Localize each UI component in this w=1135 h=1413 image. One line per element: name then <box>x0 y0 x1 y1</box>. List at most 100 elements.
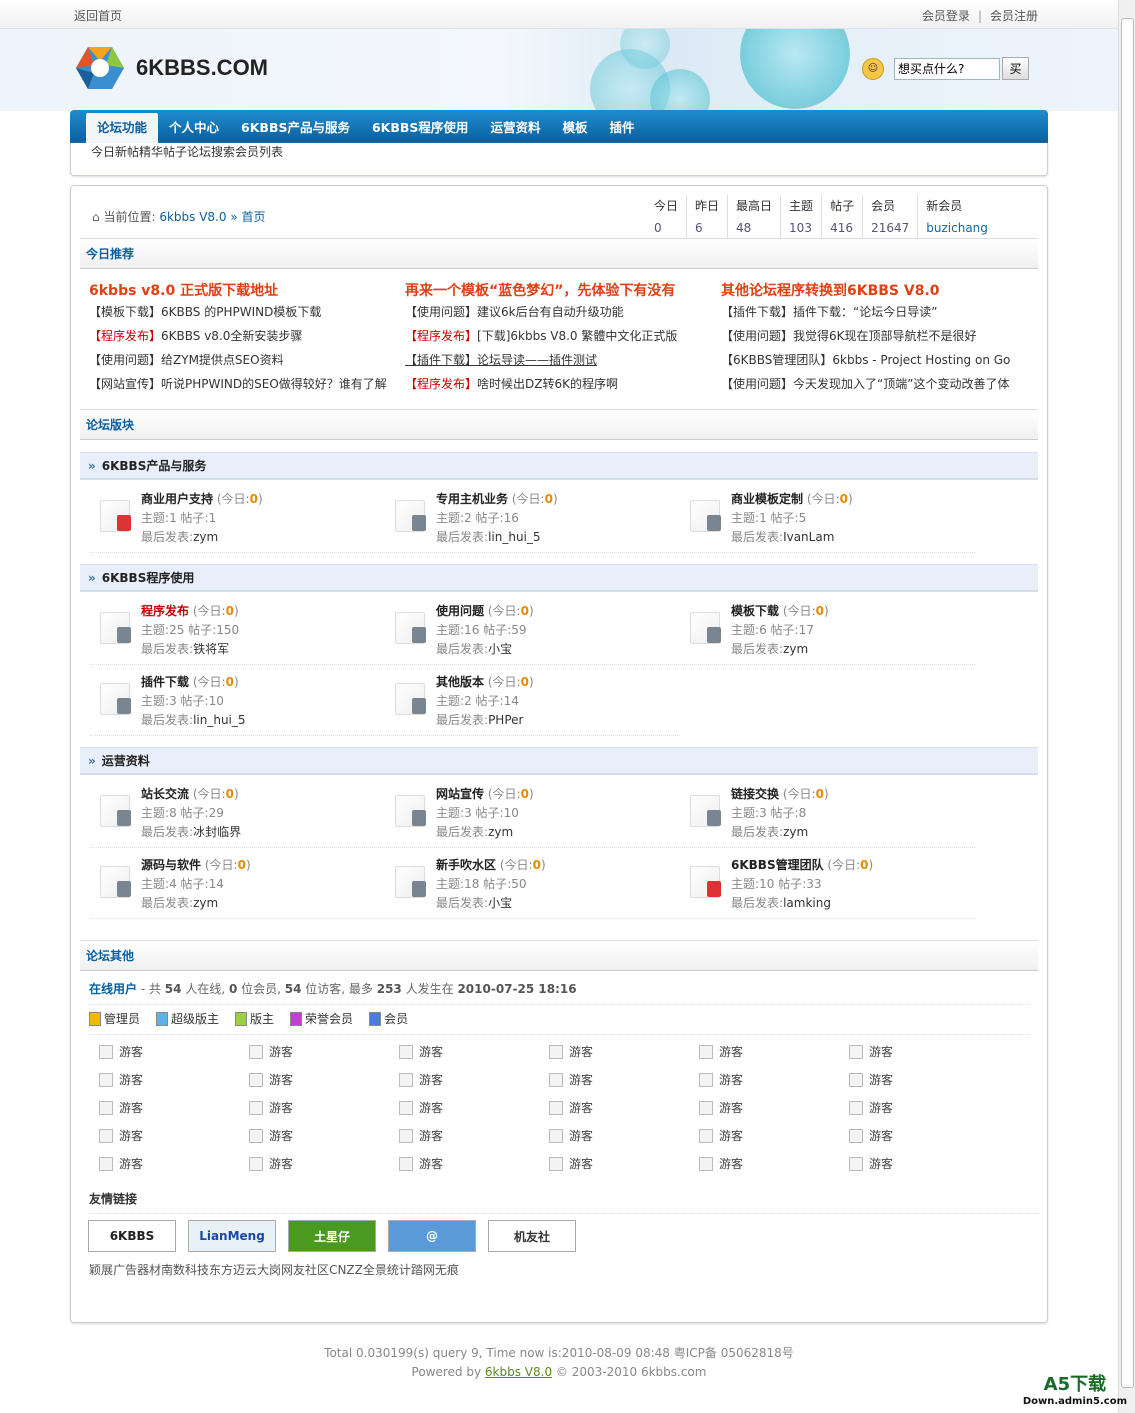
forum-name[interactable]: 插件下载 <box>141 675 189 689</box>
scrollbar[interactable] <box>1118 0 1135 1413</box>
newest-member-link[interactable]: buzichang <box>926 221 988 235</box>
guest-user[interactable]: 游客 <box>249 1071 293 1088</box>
recommend-item[interactable]: 【程序发布】6KBBS v8.0全新安装步骤 <box>89 324 399 348</box>
recommend-link[interactable]: 6kbbs - Project Hosting on Go <box>832 353 1010 367</box>
recommend-headline[interactable]: 再来一个模板“蓝色梦幻”，先体验下有没有 <box>405 283 675 299</box>
guest-user[interactable]: 游客 <box>399 1155 443 1172</box>
recommend-item[interactable]: 【插件下载】论坛导读——插件测试 <box>405 348 715 372</box>
search-button[interactable]: 买 <box>1002 57 1029 80</box>
recommend-tag[interactable]: 【程序发布】 <box>405 329 477 343</box>
online-users-link[interactable]: 在线用户 <box>89 982 137 996</box>
subnav-link[interactable]: 精华帖子 <box>139 143 187 175</box>
powered-link[interactable]: 6kbbs V8.0 <box>485 1365 552 1379</box>
friend-logo-link[interactable]: 土星仔 <box>288 1220 376 1252</box>
recommend-tag[interactable]: 【插件下载】 <box>721 305 793 319</box>
recommend-link[interactable]: 6KBBS v8.0全新安装步骤 <box>161 329 302 343</box>
category-header[interactable]: » 6KBBS程序使用 <box>80 564 1038 592</box>
guest-user[interactable]: 游客 <box>549 1155 593 1172</box>
login-link[interactable]: 会员登录 <box>922 9 970 23</box>
category-name[interactable]: 6KBBS产品与服务 <box>102 459 207 473</box>
recommend-tag[interactable]: 【使用问题】 <box>721 377 793 391</box>
guest-user[interactable]: 游客 <box>849 1127 893 1144</box>
forum-name[interactable]: 模板下载 <box>731 604 779 618</box>
friend-name-link[interactable]: 东方迈云 <box>209 1263 257 1277</box>
recommend-link[interactable]: 插件下载：“论坛今日导读” <box>793 305 937 319</box>
recommend-tag[interactable]: 【插件下载】 <box>405 353 477 367</box>
guest-user[interactable]: 游客 <box>699 1099 743 1116</box>
guest-user[interactable]: 游客 <box>99 1127 143 1144</box>
recommend-headline[interactable]: 其他论坛程序转换到6KBBS V8.0 <box>721 283 940 299</box>
guest-user[interactable]: 游客 <box>849 1155 893 1172</box>
forum-name[interactable]: 使用问题 <box>436 604 484 618</box>
forum-name[interactable]: 站长交流 <box>141 787 189 801</box>
last-poster[interactable]: 小宝 <box>488 642 512 656</box>
guest-user[interactable]: 游客 <box>549 1127 593 1144</box>
guest-user[interactable]: 游客 <box>249 1155 293 1172</box>
nav-tab[interactable]: 插件 <box>598 113 645 143</box>
recommend-tag[interactable]: 【6KBBS管理团队】 <box>721 353 832 367</box>
forum-name[interactable]: 网站宣传 <box>436 787 484 801</box>
subnav-link[interactable]: 会员列表 <box>235 143 283 175</box>
recommend-item[interactable]: 【6KBBS管理团队】6kbbs - Project Hosting on Go <box>721 348 1031 372</box>
nav-tab[interactable]: 论坛功能 <box>86 113 159 143</box>
friend-name-link[interactable]: 踏网无痕 <box>411 1263 459 1277</box>
guest-user[interactable]: 游客 <box>699 1071 743 1088</box>
last-poster[interactable]: zym <box>488 825 513 839</box>
guest-user[interactable]: 游客 <box>699 1127 743 1144</box>
subnav-link[interactable]: 今日新帖 <box>91 143 139 175</box>
last-poster[interactable]: 小宝 <box>488 896 512 910</box>
recommend-item[interactable]: 【使用问题】我觉得6K现在顶部导航栏不是很好 <box>721 324 1031 348</box>
last-poster[interactable]: lin_hui_5 <box>488 530 540 544</box>
guest-user[interactable]: 游客 <box>699 1043 743 1060</box>
recommend-headline[interactable]: 6kbbs v8.0 正式版下载地址 <box>89 283 278 299</box>
recommend-tag[interactable]: 【程序发布】 <box>89 329 161 343</box>
guest-user[interactable]: 游客 <box>549 1071 593 1088</box>
recommend-link[interactable]: 给ZYM提供点SEO资料 <box>161 353 284 367</box>
recommend-tag[interactable]: 【模板下载】 <box>89 305 161 319</box>
guest-user[interactable]: 游客 <box>849 1099 893 1116</box>
nav-tab[interactable]: 6KBBS产品与服务 <box>230 113 361 143</box>
friend-name-link[interactable]: 大岗网友社区 <box>257 1263 329 1277</box>
recommend-tag[interactable]: 【网站宣传】 <box>89 377 161 391</box>
forum-name[interactable]: 商业用户支持 <box>141 492 213 506</box>
forum-name[interactable]: 其他版本 <box>436 675 484 689</box>
guest-user[interactable]: 游客 <box>399 1099 443 1116</box>
guest-user[interactable]: 游客 <box>849 1071 893 1088</box>
friend-name-link[interactable]: 颖展广告器材 <box>89 1263 161 1277</box>
recommend-item[interactable]: 【网站宣传】听说PHPWIND的SEO做得较好？谁有了解 <box>89 372 399 396</box>
nav-tab[interactable]: 运营资料 <box>479 113 551 143</box>
last-poster[interactable]: 铁将军 <box>193 642 229 656</box>
register-link[interactable]: 会员注册 <box>990 9 1038 23</box>
subnav-link[interactable]: 论坛搜索 <box>187 143 235 175</box>
recommend-link[interactable]: [下载]6kbbs V8.0 繁體中文化正式版 <box>477 329 677 343</box>
last-poster[interactable]: 冰封临界 <box>193 825 241 839</box>
recommend-item[interactable]: 【使用问题】给ZYM提供点SEO资料 <box>89 348 399 372</box>
recommend-link[interactable]: 听说PHPWIND的SEO做得较好？谁有了解 <box>161 377 387 391</box>
forum-name[interactable]: 6KBBS管理团队 <box>731 858 824 872</box>
nav-tab[interactable]: 6KBBS程序使用 <box>361 113 479 143</box>
home-link[interactable]: 返回首页 <box>74 7 122 24</box>
guest-user[interactable]: 游客 <box>549 1099 593 1116</box>
guest-user[interactable]: 游客 <box>699 1155 743 1172</box>
guest-user[interactable]: 游客 <box>99 1043 143 1060</box>
recommend-item[interactable]: 【程序发布】啥时候出DZ转6K的程序啊 <box>405 372 715 396</box>
last-poster[interactable]: zym <box>193 896 218 910</box>
guest-user[interactable]: 游客 <box>99 1099 143 1116</box>
recommend-link[interactable]: 论坛导读——插件测试 <box>477 353 597 367</box>
recommend-tag[interactable]: 【使用问题】 <box>405 305 477 319</box>
recommend-link[interactable]: 6KBBS 的PHPWIND模板下载 <box>161 305 321 319</box>
guest-user[interactable]: 游客 <box>249 1099 293 1116</box>
guest-user[interactable]: 游客 <box>399 1127 443 1144</box>
search-input[interactable] <box>894 57 1000 80</box>
guest-user[interactable]: 游客 <box>399 1071 443 1088</box>
guest-user[interactable]: 游客 <box>849 1043 893 1060</box>
forum-name[interactable]: 新手吹水区 <box>436 858 496 872</box>
recommend-item[interactable]: 【程序发布】[下载]6kbbs V8.0 繁體中文化正式版 <box>405 324 715 348</box>
guest-user[interactable]: 游客 <box>399 1043 443 1060</box>
last-poster[interactable]: zym <box>193 530 218 544</box>
last-poster[interactable]: zym <box>783 642 808 656</box>
friend-logo-link[interactable]: 机友社 <box>488 1220 576 1252</box>
friend-logo-link[interactable]: @ <box>388 1220 476 1252</box>
category-name[interactable]: 运营资料 <box>102 754 150 768</box>
guest-user[interactable]: 游客 <box>99 1155 143 1172</box>
